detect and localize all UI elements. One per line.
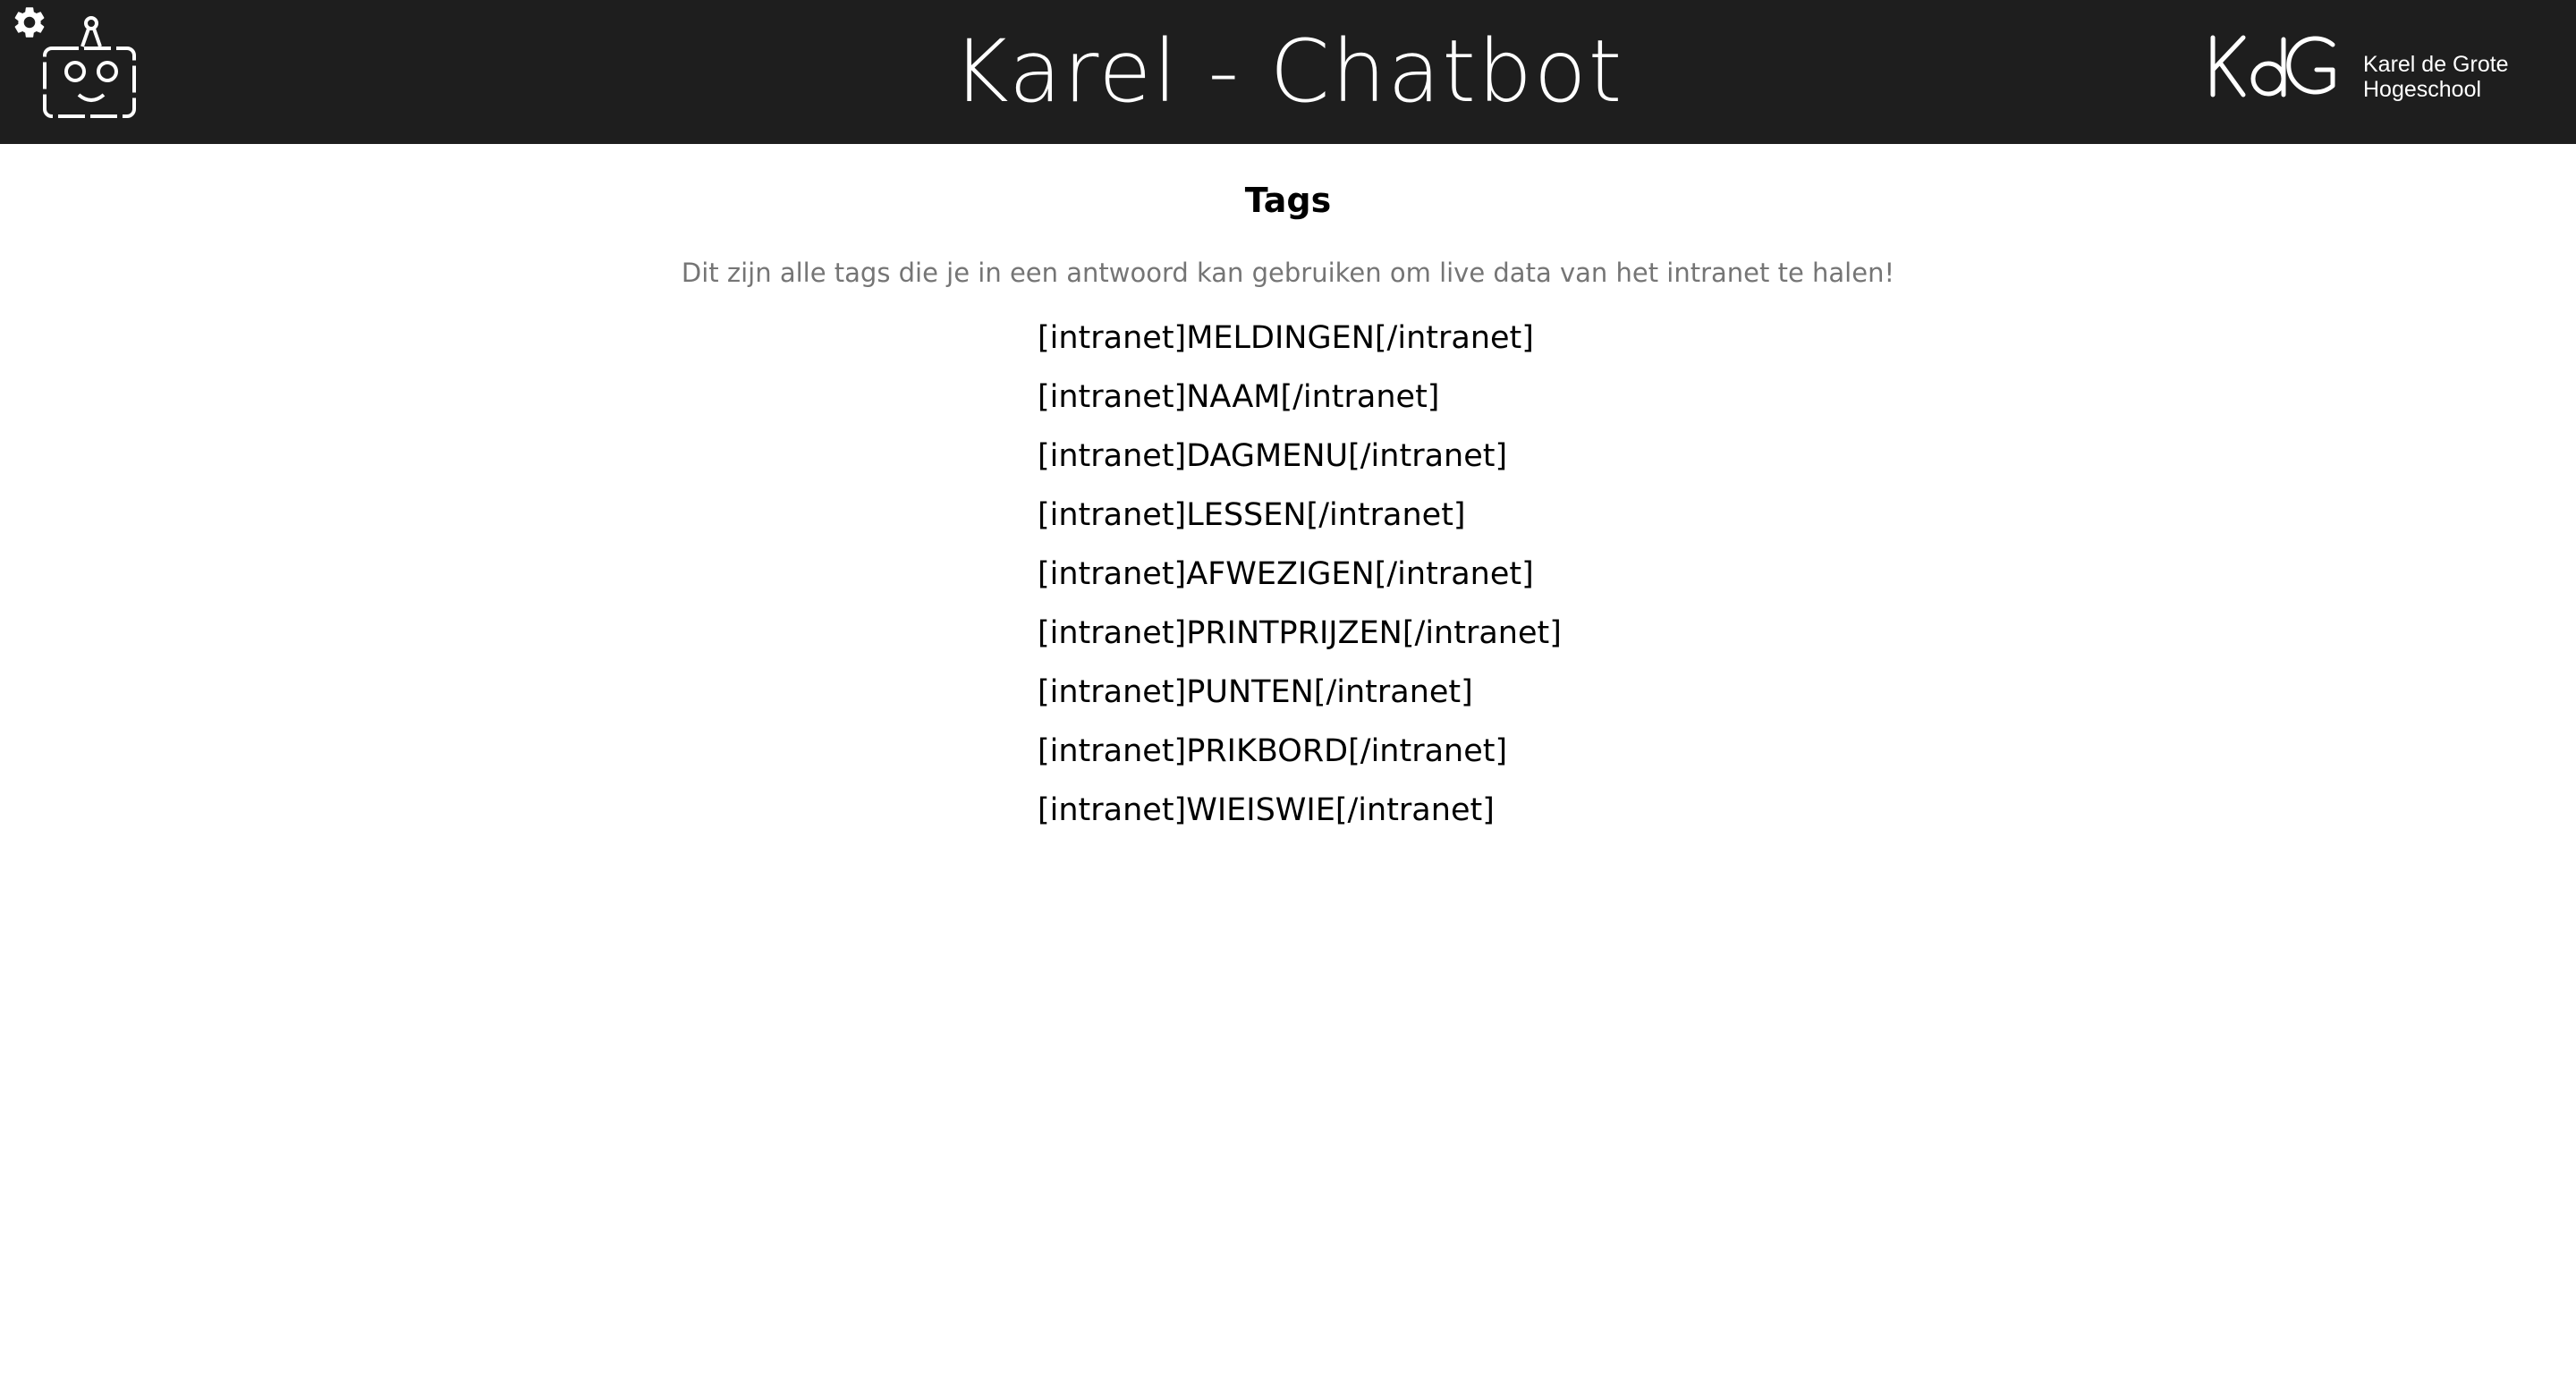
app-header: Karel - Chatbot Karel de Grote Hogeschoo… <box>0 0 2576 144</box>
tag-item: [intranet]WIEISWIE[/intranet] <box>1038 792 1495 828</box>
tags-page: Tags Dit zijn alle tags die je in een an… <box>0 144 2576 840</box>
tag-item: [intranet]DAGMENU[/intranet] <box>1038 438 1508 474</box>
tag-item: [intranet]PRIKBORD[/intranet] <box>1038 733 1508 769</box>
tag-item: [intranet]NAAM[/intranet] <box>1038 379 1440 415</box>
page-title: Tags <box>1244 181 1332 220</box>
kdg-logo-text: Karel de Grote Hogeschool <box>2363 52 2509 102</box>
tag-item: [intranet]AFWEZIGEN[/intranet] <box>1038 556 1534 592</box>
app-title: Karel - Chatbot <box>952 21 1624 122</box>
tag-item: [intranet]LESSEN[/intranet] <box>1038 497 1466 533</box>
kdg-logo-line2: Hogeschool <box>2363 77 2482 102</box>
tag-item: [intranet]PRINTPRIJZEN[/intranet] <box>1038 615 1562 651</box>
kdg-logo <box>2206 30 2340 102</box>
kdg-logo-line1: Karel de Grote <box>2363 52 2509 77</box>
page-description: Dit zijn alle tags die je in een antwoor… <box>681 258 1895 288</box>
tag-list: [intranet]MELDINGEN[/intranet] [intranet… <box>1038 309 2576 840</box>
tag-item: [intranet]MELDINGEN[/intranet] <box>1038 320 1534 356</box>
tag-item: [intranet]PUNTEN[/intranet] <box>1038 674 1473 710</box>
